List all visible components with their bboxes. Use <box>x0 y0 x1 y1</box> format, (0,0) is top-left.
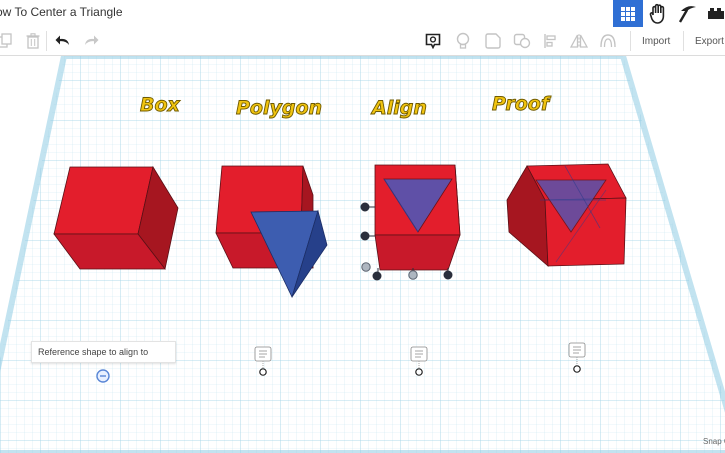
group-button[interactable] <box>597 30 619 52</box>
bricks-icon <box>707 7 724 19</box>
snap-grid-control[interactable]: Snap G <box>703 437 725 446</box>
trash-icon <box>26 33 40 49</box>
align-handle[interactable] <box>361 262 371 272</box>
workplane-scene: Box Polygon Align Proof <box>0 56 725 453</box>
solid-hole-icon <box>513 33 531 49</box>
solid-hole-button[interactable] <box>511 30 533 52</box>
label-box: Box <box>140 94 181 116</box>
align-label: Align <box>370 97 428 120</box>
align-handle[interactable] <box>372 271 382 281</box>
bricks-button[interactable] <box>704 0 725 27</box>
align-button[interactable] <box>540 30 562 52</box>
light-button[interactable] <box>452 30 474 52</box>
redo-button[interactable] <box>80 30 102 52</box>
copy-icon <box>0 33 12 48</box>
redo-icon <box>85 35 99 45</box>
align-box-shape[interactable] <box>374 164 461 271</box>
notes-button[interactable] <box>422 30 444 52</box>
undo-button[interactable] <box>52 30 74 52</box>
label-polygon: Polygon <box>236 97 322 119</box>
box-label: Box <box>140 94 181 117</box>
delete-button[interactable] <box>22 30 44 52</box>
mirror-button[interactable] <box>568 30 590 52</box>
mirror-icon <box>570 34 588 48</box>
workplane-canvas[interactable]: Box Polygon Align Proof <box>0 56 725 453</box>
document-title[interactable]: ow To Center a Triangle <box>0 5 123 19</box>
shape-button[interactable] <box>482 30 504 52</box>
label-proof: Proof <box>492 93 552 115</box>
note-icon <box>425 33 441 49</box>
toolbar-separator <box>46 31 47 51</box>
pickaxe-icon <box>678 5 696 23</box>
group-icon <box>600 34 616 48</box>
pickaxe-button[interactable] <box>673 0 703 27</box>
title-bar: ow To Center a Triangle <box>0 0 725 28</box>
edit-toolbar: Import Export <box>0 27 725 56</box>
note-marker-box[interactable] <box>96 369 110 383</box>
light-icon <box>456 32 470 49</box>
copy-button[interactable] <box>0 30 16 52</box>
polygon-label: Polygon <box>236 97 323 120</box>
proof-label: Proof <box>492 93 553 116</box>
hand-button[interactable] <box>644 0 674 27</box>
grid-view-icon <box>621 6 635 21</box>
toolbar-separator <box>630 31 631 51</box>
shape-icon <box>485 33 501 49</box>
grid-view-button[interactable] <box>613 0 643 27</box>
align-handle[interactable] <box>360 231 370 241</box>
box-shape[interactable] <box>53 165 179 270</box>
note-callout[interactable]: Reference shape to align to <box>31 341 176 363</box>
label-align: Align <box>370 97 427 119</box>
export-button[interactable]: Export <box>695 32 724 50</box>
toolbar-separator <box>683 31 684 51</box>
hand-icon <box>649 3 665 24</box>
align-handle[interactable] <box>408 270 418 280</box>
note-callout-text: Reference shape to align to <box>38 347 149 357</box>
align-handle[interactable] <box>443 270 453 280</box>
undo-icon <box>55 35 69 45</box>
import-button[interactable]: Import <box>642 32 670 50</box>
align-handle[interactable] <box>360 202 370 212</box>
align-icon <box>544 34 556 48</box>
